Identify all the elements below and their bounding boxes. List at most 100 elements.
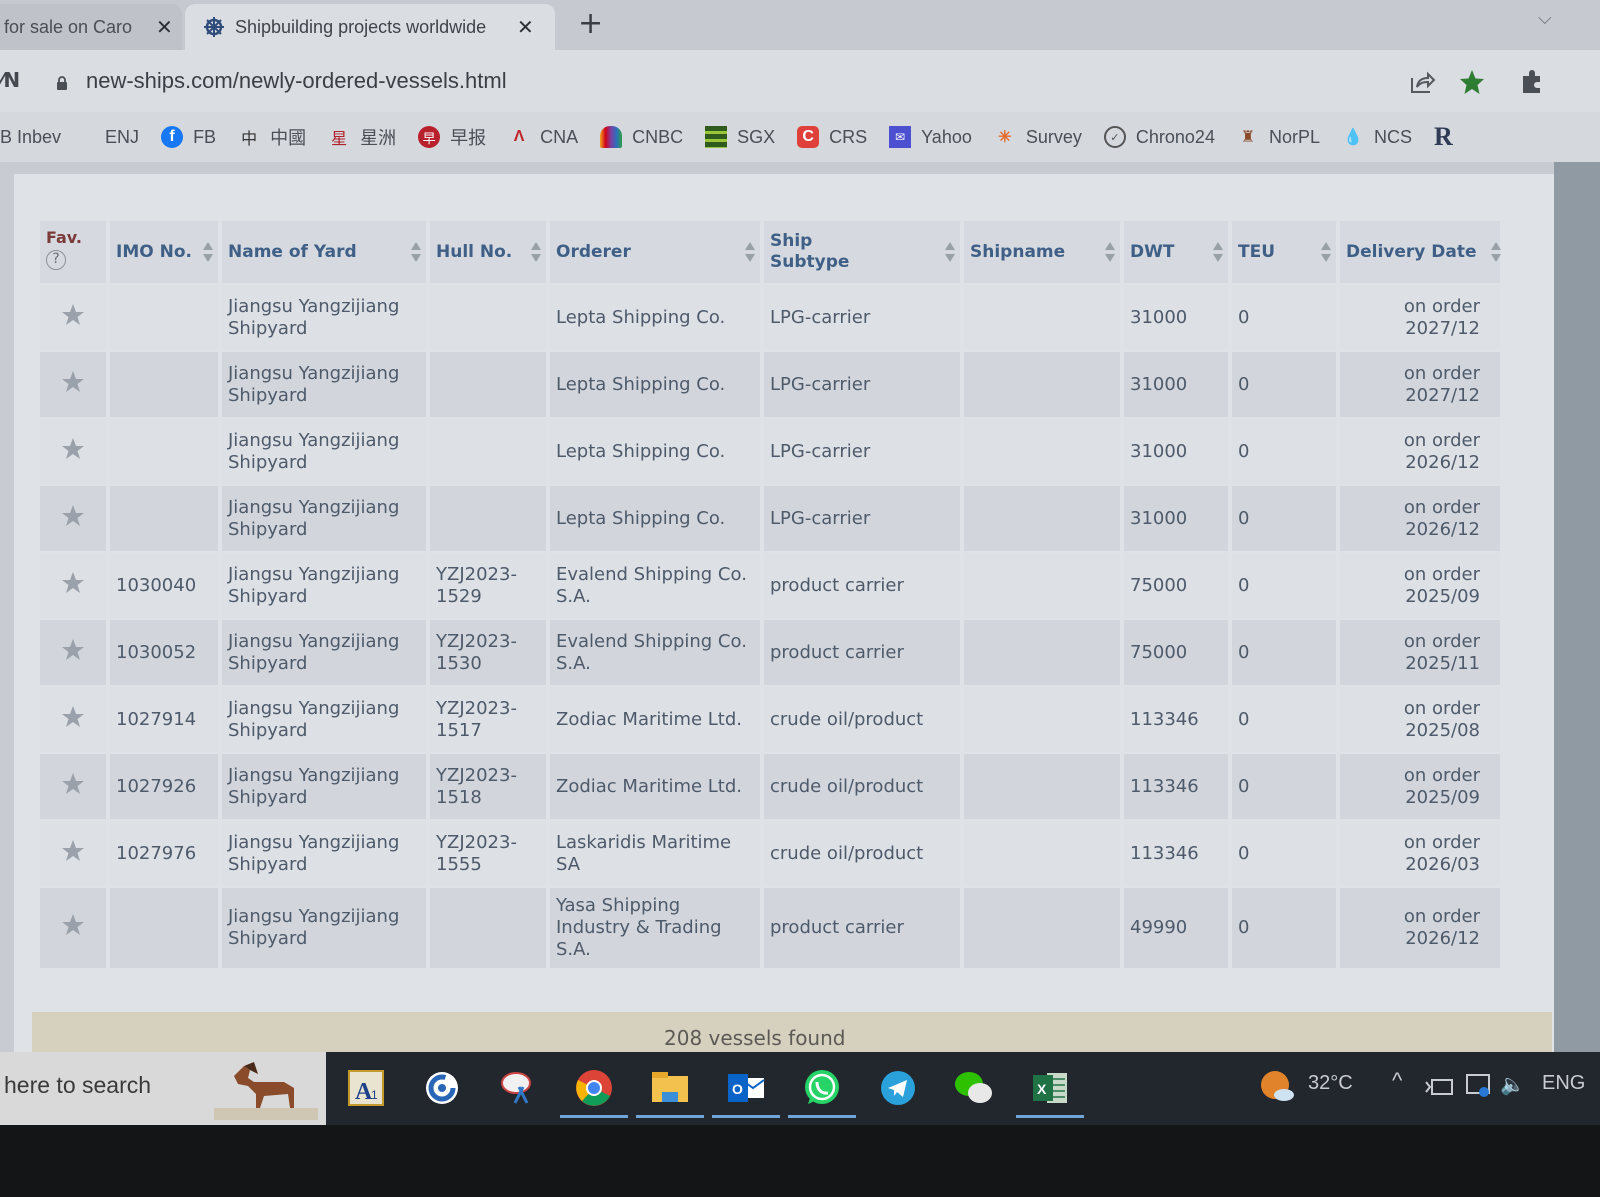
taskbar-snipping-tool[interactable]: [492, 1062, 544, 1114]
taskbar-outlook[interactable]: O: [712, 1062, 780, 1118]
column-header-delivery[interactable]: Delivery Date: [1340, 221, 1502, 283]
bookmark-yahoo[interactable]: ✉ Yahoo: [889, 126, 972, 148]
taskbar-excel[interactable]: X: [1016, 1062, 1084, 1118]
table-row[interactable]: 1030052 Jiangsu Yangzijiang Shipyard YZJ20…: [40, 620, 1500, 685]
favorite-star-cell[interactable]: [40, 419, 106, 484]
bookmark-survey[interactable]: ✳ Survey: [994, 126, 1082, 148]
close-tab-icon[interactable]: ✕: [156, 15, 173, 40]
sort-icon[interactable]: [1104, 241, 1116, 263]
column-header-teu[interactable]: TEU: [1232, 221, 1336, 283]
favorite-star-cell[interactable]: [40, 754, 106, 819]
sort-icon[interactable]: [1212, 241, 1224, 263]
sort-icon[interactable]: [944, 241, 956, 263]
bookmark-cna[interactable]: Λ CNA: [508, 126, 578, 148]
sort-icon[interactable]: [1320, 241, 1332, 263]
url-input[interactable]: new-ships.com/newly-ordered-vessels.html: [86, 68, 507, 94]
table-row[interactable]: Jiangsu Yangzijiang Shipyard Yasa Shippin…: [40, 888, 1500, 968]
bookmark-fb[interactable]: f FB: [161, 126, 216, 148]
bookmark-ncs[interactable]: 💧 NCS: [1342, 126, 1412, 148]
bookmark-cnbc[interactable]: CNBC: [600, 126, 683, 148]
taskbar-whatsapp[interactable]: [788, 1062, 856, 1118]
favorite-star-icon[interactable]: [61, 772, 85, 796]
taskbar-file-explorer[interactable]: [636, 1062, 704, 1118]
column-header-yard[interactable]: Name of Yard: [222, 221, 426, 283]
taskbar-search-box[interactable]: here to search: [0, 1052, 326, 1125]
favorite-star-icon[interactable]: [61, 370, 85, 394]
favorite-star-icon[interactable]: [61, 839, 85, 863]
favorite-star-cell[interactable]: [40, 352, 106, 417]
favorite-star-cell[interactable]: [40, 620, 106, 685]
bookmark-chrono24[interactable]: ✓ Chrono24: [1103, 126, 1215, 148]
new-tab-button[interactable]: +: [578, 6, 603, 41]
column-header-shipname[interactable]: Shipname: [964, 221, 1120, 283]
cell-teu: 0: [1232, 687, 1336, 752]
lock-icon[interactable]: [56, 76, 68, 90]
column-header-subtype[interactable]: Ship Subtype: [764, 221, 960, 283]
table-row[interactable]: Jiangsu Yangzijiang Shipyard Lepta Shippi…: [40, 419, 1500, 484]
favorite-star-icon[interactable]: [61, 705, 85, 729]
bookmark-enj[interactable]: ENJ: [105, 127, 139, 148]
sort-icon[interactable]: [1490, 241, 1502, 263]
table-row[interactable]: 1027926 Jiangsu Yangzijiang Shipyard YZJ20…: [40, 754, 1500, 819]
sort-icon[interactable]: [202, 241, 214, 263]
volume-icon[interactable]: 🔈: [1500, 1072, 1525, 1097]
sort-icon[interactable]: [410, 241, 422, 263]
favorite-star-icon[interactable]: [61, 504, 85, 528]
sort-icon[interactable]: [530, 241, 542, 263]
tab-search-chevron-icon[interactable]: ⌵: [1538, 8, 1552, 29]
favorite-star-icon[interactable]: [61, 638, 85, 662]
xingzhou-icon: 星: [331, 131, 348, 148]
taskbar-telegram[interactable]: [872, 1062, 924, 1114]
help-icon[interactable]: ?: [46, 250, 66, 270]
table-row[interactable]: Jiangsu Yangzijiang Shipyard Lepta Shippi…: [40, 486, 1500, 551]
weather-cloud-sun-icon[interactable]: [1258, 1068, 1296, 1106]
taskbar-chrome[interactable]: [560, 1062, 628, 1118]
favorite-star-icon[interactable]: [61, 571, 85, 595]
extensions-puzzle-icon[interactable]: [1518, 68, 1546, 96]
cell-dwt: 113346: [1124, 754, 1228, 819]
battery-charging-icon[interactable]: [1424, 1076, 1454, 1098]
favorite-star-cell[interactable]: [40, 285, 106, 350]
favorite-star-cell[interactable]: [40, 687, 106, 752]
column-header-orderer[interactable]: Orderer: [550, 221, 760, 283]
bookmark-crs[interactable]: C CRS: [797, 126, 867, 148]
language-indicator[interactable]: ENG: [1542, 1072, 1585, 1095]
bookmark-r[interactable]: R: [1434, 122, 1453, 152]
taskbar-wechat[interactable]: [948, 1062, 1000, 1114]
close-tab-icon[interactable]: ✕: [517, 15, 534, 40]
table-row[interactable]: 1027976 Jiangsu Yangzijiang Shipyard YZJ20…: [40, 821, 1500, 886]
favorite-star-icon[interactable]: [61, 303, 85, 327]
taskbar-a1-dictionary[interactable]: A1: [340, 1062, 392, 1114]
network-icon[interactable]: [1464, 1072, 1492, 1100]
temperature-readout[interactable]: 32°C: [1308, 1072, 1353, 1095]
cell-orderer: Lepta Shipping Co.: [550, 486, 760, 551]
taskbar-ccleaner[interactable]: [416, 1062, 468, 1114]
table-row[interactable]: 1027914 Jiangsu Yangzijiang Shipyard YZJ20…: [40, 687, 1500, 752]
show-hidden-icons-chevron-icon[interactable]: ^: [1392, 1068, 1402, 1094]
bookmark-zhongguo[interactable]: 中中國: [238, 124, 306, 150]
bookmark-b-inbev[interactable]: B Inbev: [0, 127, 61, 148]
bookmark-xingzhou[interactable]: 星星洲: [328, 124, 396, 150]
favorite-star-icon[interactable]: [61, 913, 85, 937]
favorite-star-cell[interactable]: [40, 486, 106, 551]
share-icon[interactable]: [1408, 68, 1436, 96]
bookmark-sgx[interactable]: SGX: [705, 126, 775, 148]
table-row[interactable]: Jiangsu Yangzijiang Shipyard Lepta Shippi…: [40, 285, 1500, 350]
sort-icon[interactable]: [744, 241, 756, 263]
favorite-star-cell[interactable]: [40, 821, 106, 886]
bookmark-label: CNA: [540, 126, 579, 147]
column-header-hull[interactable]: Hull No.: [430, 221, 546, 283]
bookmark-zaobao[interactable]: 早早报: [418, 124, 486, 150]
favorite-star-cell[interactable]: [40, 888, 106, 968]
favorite-star-cell[interactable]: [40, 553, 106, 618]
bookmark-norpl[interactable]: ♜ NorPL: [1237, 126, 1320, 148]
extension-icon[interactable]: ⁄N: [0, 68, 20, 92]
column-header-imo[interactable]: IMO No.: [110, 221, 218, 283]
bookmark-star-icon[interactable]: [1458, 68, 1486, 96]
table-row[interactable]: 1030040 Jiangsu Yangzijiang Shipyard YZJ20…: [40, 553, 1500, 618]
column-header-dwt[interactable]: DWT: [1124, 221, 1228, 283]
favorite-star-icon[interactable]: [61, 437, 85, 461]
table-row[interactable]: Jiangsu Yangzijiang Shipyard Lepta Shippi…: [40, 352, 1500, 417]
tab-carousell[interactable]: for sale on Caro ✕: [0, 4, 182, 50]
tab-shipbuilding[interactable]: Shipbuilding projects worldwide ✕: [185, 4, 555, 50]
